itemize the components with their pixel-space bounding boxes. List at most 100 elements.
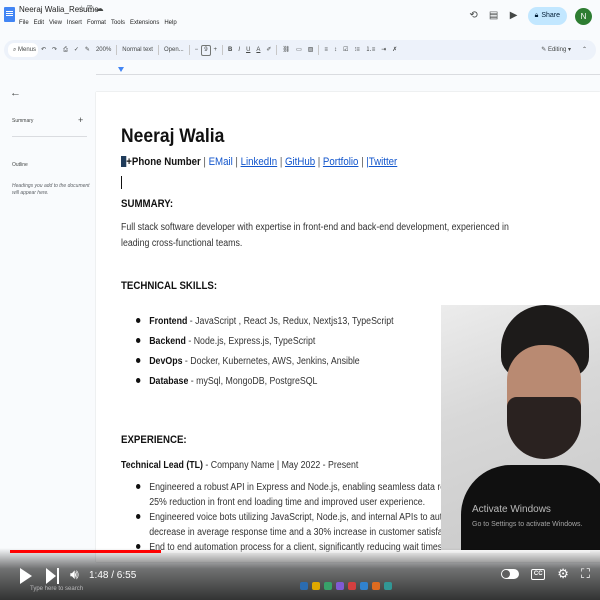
job-separator: | [276, 460, 280, 471]
spellcheck-icon[interactable]: ✓ [71, 43, 82, 57]
indent-icon[interactable]: ⇥ [378, 43, 389, 57]
skill-label: Frontend [149, 316, 188, 327]
contact-linkedin-link[interactable]: LinkedIn [241, 156, 278, 168]
contact-github-link[interactable]: GitHub [285, 156, 315, 168]
video-player-controls: 🔊︎ 1:48 / 6:55 Type here to search CC ⚙ … [0, 548, 600, 600]
job-dates: May 2022 - Present [281, 460, 359, 471]
list-item: Backend - Node.js, Express.js, TypeScrip… [136, 332, 394, 352]
menu-file[interactable]: File [19, 20, 29, 26]
menu-bar: File Edit View Insert Format Tools Exten… [19, 20, 177, 26]
menu-insert[interactable]: Insert [67, 20, 82, 26]
move-folder-icon[interactable]: ⎘ [87, 4, 95, 13]
play-icon[interactable] [20, 568, 32, 584]
contact-twitter-link[interactable]: Twitter [369, 156, 398, 168]
align-icon[interactable]: ≡ [321, 43, 331, 57]
activate-windows-subtitle: Go to Settings to activate Windows. [472, 521, 583, 528]
bold-button[interactable]: B [225, 43, 235, 57]
back-arrow-icon[interactable]: ← [10, 87, 21, 99]
contact-portfolio-link[interactable]: Portfolio [323, 156, 359, 168]
taskbar-app-icon[interactable] [312, 582, 320, 590]
numbered-list-icon[interactable]: ⒈≡ [363, 43, 379, 57]
progress-bar[interactable] [10, 550, 590, 553]
settings-gear-icon[interactable]: ⚙ [557, 567, 569, 581]
screen: Neeraj Walia_Resume ☆⎘☁ File Edit View I… [0, 0, 600, 600]
add-summary-icon[interactable]: + [78, 115, 83, 125]
avatar[interactable]: N [575, 7, 592, 25]
experience-text: Engineered a robust API in Express and N… [149, 482, 477, 493]
job-title: Technical Lead (TL) [121, 460, 203, 471]
skill-label: DevOps [149, 356, 183, 367]
taskbar-app-icon[interactable] [300, 582, 308, 590]
cloud-status-icon[interactable]: ☁ [96, 4, 106, 13]
font-size-increase-icon[interactable]: + [211, 43, 221, 57]
autoplay-toggle[interactable] [501, 569, 520, 579]
redo-icon[interactable]: ↷ [49, 43, 60, 57]
comment-icon[interactable]: ▭ [293, 43, 305, 57]
webcam-overlay: Activate Windows Go to Settings to activ… [441, 305, 600, 550]
menu-view[interactable]: View [49, 20, 62, 26]
menu-help[interactable]: Help [164, 20, 176, 26]
menu-format[interactable]: Format [87, 20, 106, 26]
outline-empty-note: Headings you add to the document will ap… [12, 183, 90, 196]
menu-tools[interactable]: Tools [111, 20, 125, 26]
search-menus-button[interactable]: ⌕ Menus [8, 43, 38, 57]
font-size-input[interactable]: 9 [201, 44, 211, 56]
contact-separator: | [317, 156, 321, 168]
resume-name: Neeraj Walia [121, 126, 225, 147]
fullscreen-icon[interactable]: ⛶ [581, 567, 590, 581]
activate-windows-title: Activate Windows [472, 504, 551, 515]
history-icon[interactable]: ⟲ [468, 10, 480, 22]
clear-formatting-icon[interactable]: ✗ [389, 43, 400, 57]
taskbar-app-icon[interactable] [360, 582, 368, 590]
docs-logo-icon[interactable] [4, 7, 15, 22]
taskbar-app-icon[interactable] [336, 582, 344, 590]
contact-email-link[interactable]: EMail [209, 156, 233, 168]
indent-marker[interactable] [118, 67, 124, 72]
bullet-icon [136, 484, 141, 489]
taskbar-app-icon[interactable] [372, 582, 380, 590]
paint-format-icon[interactable]: ✎ [82, 43, 93, 57]
style-select[interactable]: Normal text [119, 43, 156, 57]
menu-edit[interactable]: Edit [34, 20, 44, 26]
next-icon[interactable] [46, 568, 60, 584]
meet-icon[interactable]: ▶ [508, 10, 520, 22]
comments-icon[interactable]: ▤ [488, 10, 500, 22]
menu-extensions[interactable]: Extensions [130, 20, 159, 26]
checklist-icon[interactable]: ☑ [340, 43, 351, 57]
link-icon[interactable]: ⛓ [279, 43, 293, 57]
share-label: Share [541, 12, 560, 19]
undo-icon[interactable]: ↶ [38, 43, 49, 57]
taskbar-app-icon[interactable] [324, 582, 332, 590]
taskbar-app-icon[interactable] [348, 582, 356, 590]
print-icon[interactable]: ⎙ [60, 43, 71, 57]
volume-icon[interactable]: 🔊︎ [70, 566, 79, 583]
list-item: Database - mySql, MongoDB, PostgreSQL [136, 372, 394, 392]
zoom-select[interactable]: 200% [93, 43, 114, 57]
bullet-icon [136, 338, 141, 343]
share-button[interactable]: 🔒︎ Share [527, 7, 567, 25]
line-spacing-icon[interactable]: ↕ [331, 43, 340, 57]
ruler [96, 66, 600, 75]
time-display: 1:48 / 6:55 [89, 570, 137, 581]
italic-button[interactable]: I [235, 43, 243, 57]
presenter-beard [507, 397, 581, 459]
bulleted-list-icon[interactable]: ⁝≡ [351, 43, 362, 57]
captions-button[interactable]: CC [531, 568, 546, 580]
toolbar-divider [116, 45, 118, 55]
underline-button[interactable]: U [243, 43, 253, 57]
font-size-decrease-icon[interactable]: − [192, 43, 202, 57]
star-icon[interactable]: ☆ [78, 4, 87, 13]
taskbar-app-icon[interactable] [384, 582, 392, 590]
skills-list: Frontend - JavaScript , React Js, Redux,… [136, 312, 429, 392]
font-select[interactable]: Open... [161, 43, 187, 57]
toolbar-divider [157, 45, 159, 55]
collapse-toolbar-icon[interactable]: ⌃ [579, 43, 590, 57]
skill-label: Backend [149, 336, 186, 347]
editing-mode-select[interactable]: ✎ Editing ▾ [538, 43, 574, 57]
outline-sidebar: ← Summary + Outline Headings you add to … [0, 80, 94, 560]
image-icon[interactable]: ▨ [305, 43, 317, 57]
search-menus-label: Menus [18, 47, 37, 53]
highlight-icon[interactable]: ✐ [263, 43, 274, 57]
title-actions: ☆⎘☁ [78, 4, 106, 14]
text-color-button[interactable]: A [253, 43, 263, 57]
